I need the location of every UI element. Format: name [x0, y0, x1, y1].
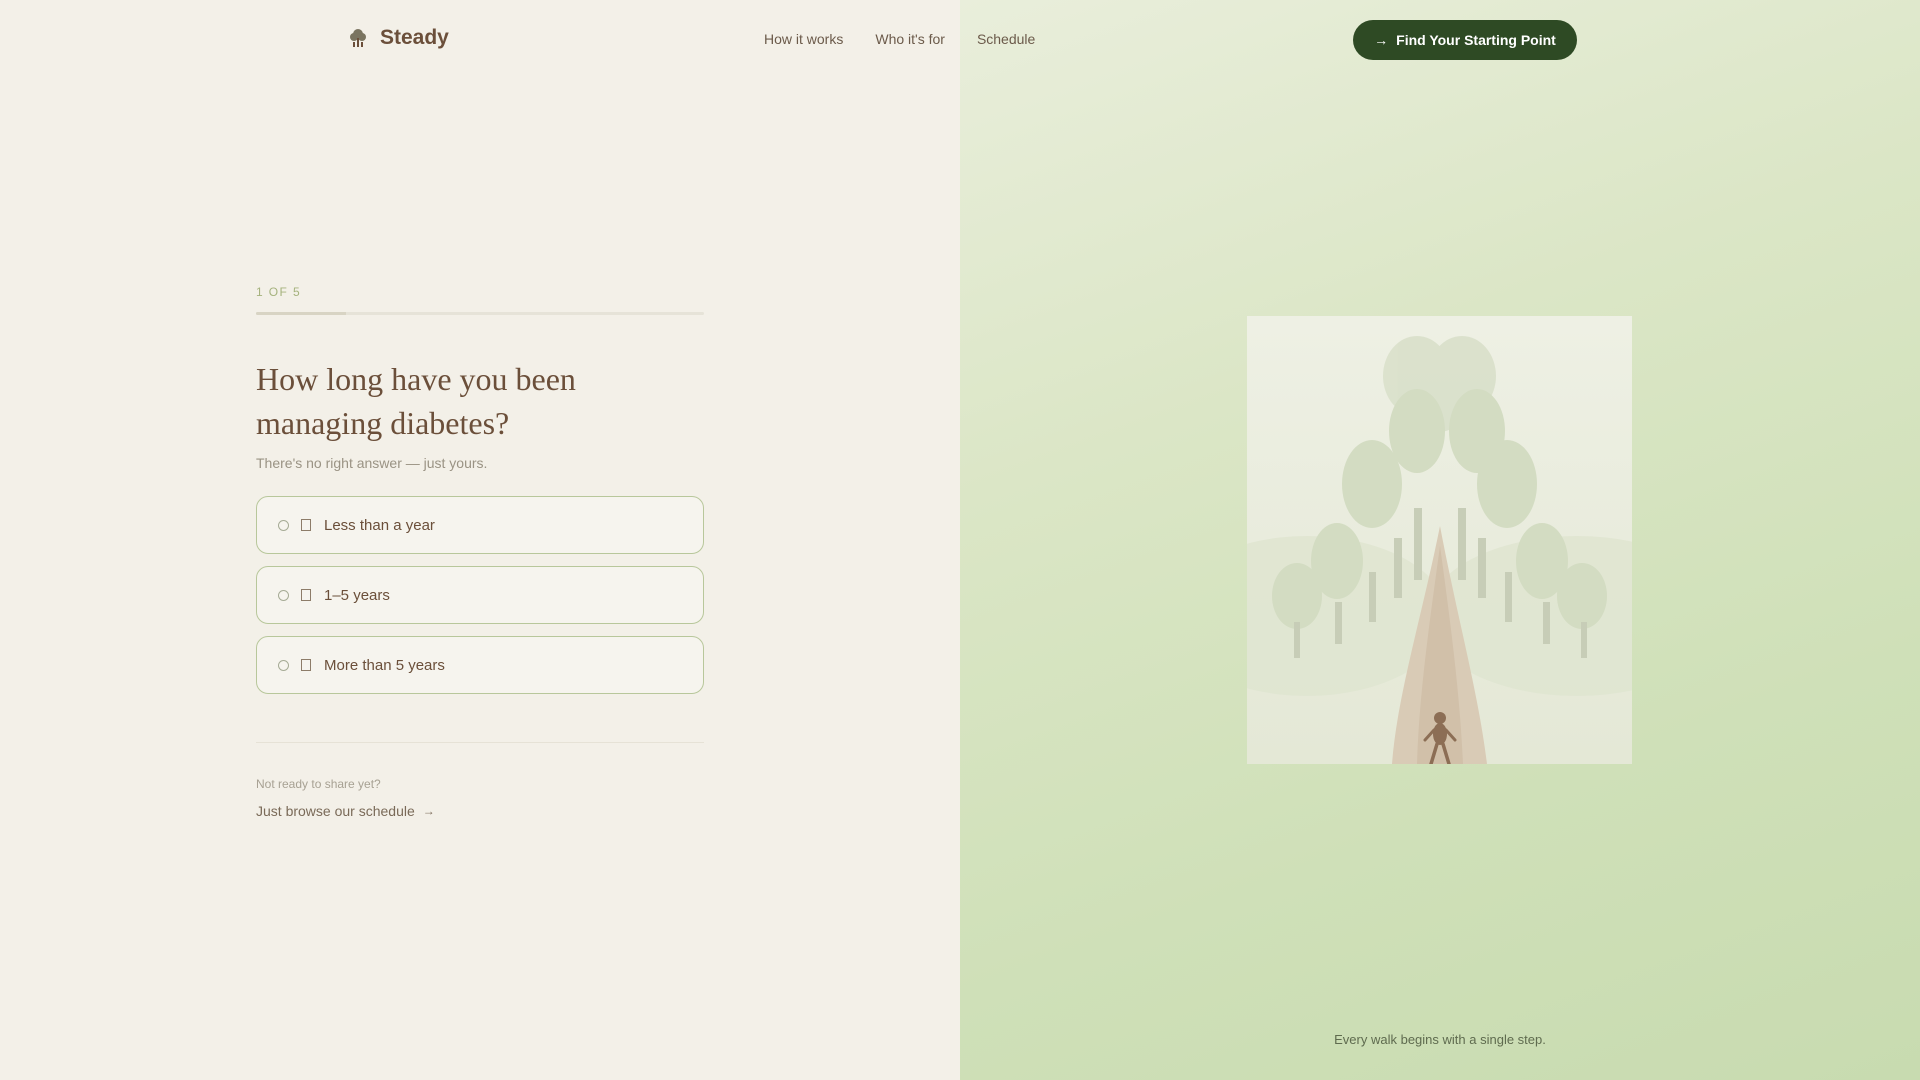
- browse-link-label: Just browse our schedule: [256, 803, 415, 819]
- radio-circle-icon: [278, 589, 289, 601]
- cta-label: Find Your Starting Point: [1396, 32, 1556, 48]
- answer-options: Less than a year 1–5 years More than 5 y…: [256, 496, 704, 694]
- forest-path-svg: [1247, 316, 1632, 764]
- section-divider: [256, 742, 704, 743]
- arrow-right-icon: →: [422, 804, 435, 818]
- forest-path-illustration: [1247, 316, 1632, 764]
- option-less-than-a-year[interactable]: Less than a year: [256, 496, 704, 554]
- radio-circle-icon: [278, 659, 289, 671]
- option-more-than-5-years[interactable]: More than 5 years: [256, 636, 704, 694]
- nav-how-it-works[interactable]: How it works: [764, 31, 843, 47]
- visual-panel: Every walk begins with a single step.: [960, 0, 1920, 1080]
- option-1-5-years[interactable]: 1–5 years: [256, 566, 704, 624]
- site-header: Steady How it works Who it's for Schedul…: [0, 0, 1920, 80]
- nav-schedule[interactable]: Schedule: [977, 31, 1035, 47]
- arrow-right-icon: →: [1374, 32, 1389, 48]
- nav-who-its-for[interactable]: Who it's for: [875, 31, 945, 47]
- brand-name: Steady: [380, 26, 449, 49]
- option-label: Less than a year: [324, 516, 435, 534]
- visual-caption: Every walk begins with a single step.: [1334, 1032, 1546, 1047]
- question-title: How long have you been managing diabetes…: [256, 361, 576, 441]
- option-glyph-icon: [301, 659, 311, 671]
- browse-schedule-link[interactable]: Just browse our schedule →: [256, 803, 435, 819]
- option-label: 1–5 years: [324, 586, 390, 604]
- tree-logo-icon: [348, 27, 368, 49]
- main-nav: How it works Who it's for Schedule: [764, 31, 1035, 47]
- option-glyph-icon: [301, 589, 311, 601]
- radio-circle-icon: [278, 519, 289, 531]
- step-indicator: 1 OF 5: [256, 285, 302, 299]
- option-glyph-icon: [301, 519, 311, 531]
- question-subtitle: There's no right answer — just yours.: [256, 455, 488, 471]
- progress-fill: [256, 312, 346, 315]
- find-starting-point-button[interactable]: → Find Your Starting Point: [1353, 20, 1577, 60]
- not-ready-note: Not ready to share yet?: [256, 777, 381, 791]
- option-label: More than 5 years: [324, 656, 445, 674]
- quiz-section: 1 OF 5 How long have you been managing d…: [256, 285, 704, 821]
- brand-logo[interactable]: Steady: [348, 26, 449, 50]
- progress-bar: [256, 312, 704, 315]
